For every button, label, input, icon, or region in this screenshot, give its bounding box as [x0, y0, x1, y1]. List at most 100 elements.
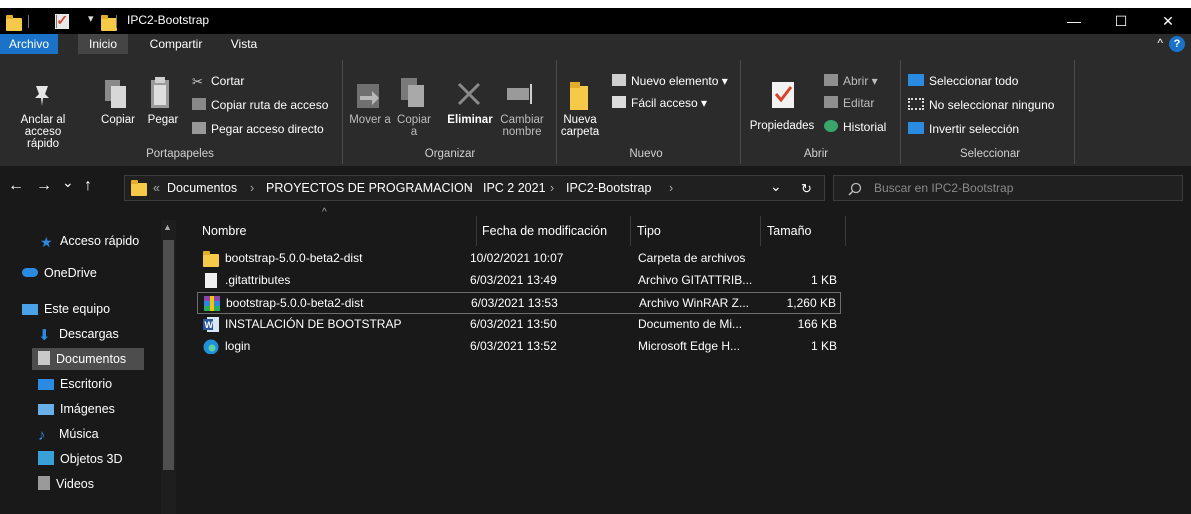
- column-divider[interactable]: [845, 216, 846, 246]
- tab-archivo[interactable]: Archivo: [0, 34, 58, 54]
- ribbon-divider: [900, 60, 901, 164]
- nav-item-label: Música: [59, 427, 99, 441]
- edit-button[interactable]: Editar: [824, 96, 874, 112]
- column-header-size[interactable]: Tamaño: [767, 218, 811, 244]
- nav-item-imagenes[interactable]: Imágenes: [38, 398, 115, 420]
- pictures-icon: [38, 404, 54, 415]
- winrar-archive-icon: [204, 296, 220, 311]
- file-row[interactable]: bootstrap-5.0.0-beta2-dist 10/02/2021 10…: [197, 248, 841, 270]
- folder-icon: [131, 180, 147, 196]
- nav-item-escritorio[interactable]: Escritorio: [38, 373, 112, 395]
- copy-path-button[interactable]: Copiar ruta de acceso: [192, 98, 328, 114]
- breadcrumb-separator[interactable]: ›: [250, 181, 254, 195]
- delete-button[interactable]: Eliminar: [446, 114, 494, 126]
- tab-vista[interactable]: Vista: [222, 34, 266, 54]
- column-header-modified[interactable]: Fecha de modificación: [482, 218, 607, 244]
- file-row[interactable]: .gitattributes 6/03/2021 13:49 Archivo G…: [197, 270, 841, 292]
- cube-icon: [38, 451, 54, 465]
- customize-quick-access-icon[interactable]: ▾: [88, 12, 94, 28]
- refresh-button[interactable]: ↻: [801, 181, 812, 197]
- move-to-icon: [357, 84, 379, 108]
- pin-quick-access-button[interactable]: Anclar al acceso rápido: [8, 114, 78, 150]
- close-button[interactable]: ✕: [1146, 8, 1190, 34]
- forward-button[interactable]: →: [36, 177, 52, 195]
- breadcrumb-ipc[interactable]: IPC 2 2021: [483, 181, 546, 195]
- maximize-button[interactable]: ☐: [1099, 8, 1143, 34]
- easy-access-button[interactable]: Fácil acceso ▾: [612, 96, 707, 112]
- back-button[interactable]: ←: [8, 177, 24, 195]
- nav-scrollbar-thumb[interactable]: [163, 240, 174, 470]
- scissors-icon: ✂: [192, 74, 203, 89]
- breadcrumb-documentos[interactable]: Documentos: [167, 181, 237, 195]
- video-icon: [38, 476, 50, 490]
- column-header-name[interactable]: Nombre: [202, 218, 246, 244]
- breadcrumb-proyectos[interactable]: PROYECTOS DE PROGRAMACION: [266, 181, 473, 195]
- easy-access-label: Fácil acceso ▾: [631, 96, 708, 110]
- paste-shortcut-button[interactable]: Pegar acceso directo: [192, 122, 324, 138]
- column-divider[interactable]: [476, 216, 477, 246]
- breadcrumb-separator[interactable]: ›: [669, 181, 673, 195]
- paste-button[interactable]: Pegar: [144, 114, 182, 126]
- breadcrumb-ipc2-bootstrap[interactable]: IPC2-Bootstrap: [566, 181, 651, 195]
- file-type: Archivo WinRAR Z...: [639, 296, 750, 310]
- overflow-chevron[interactable]: «: [153, 181, 160, 195]
- nav-item-descargas[interactable]: ⬇ Descargas: [38, 323, 119, 345]
- nav-item-acceso-rapido[interactable]: ★ Acceso rápido: [40, 230, 139, 252]
- nav-item-objetos-3d[interactable]: Objetos 3D: [38, 448, 123, 470]
- minimize-button[interactable]: —: [1052, 8, 1096, 34]
- properties-quick-icon[interactable]: [55, 12, 70, 29]
- nav-item-videos[interactable]: Videos: [38, 473, 94, 495]
- move-to-button[interactable]: Mover a: [348, 114, 392, 126]
- nav-item-musica[interactable]: ♪ Música: [38, 423, 99, 445]
- cut-button[interactable]: ✂ Cortar: [192, 74, 244, 90]
- nav-item-onedrive[interactable]: OneDrive: [22, 262, 97, 284]
- scroll-up-arrow-icon[interactable]: ▲: [163, 222, 172, 232]
- column-divider[interactable]: [630, 216, 631, 246]
- navigation-pane: ★ Acceso rápido OneDrive Este equipo ⬇ Des…: [0, 205, 177, 514]
- svg-text:W: W: [205, 320, 214, 330]
- download-icon: ⬇: [38, 327, 51, 344]
- collapse-ribbon-button[interactable]: ^: [1157, 36, 1163, 50]
- select-none-button[interactable]: No seleccionar ninguno: [908, 98, 1054, 114]
- folder-icon: [203, 251, 219, 267]
- separator: [28, 15, 29, 28]
- address-dropdown-button[interactable]: ⌄: [770, 178, 782, 195]
- title-bar: ▾ IPC2-Bootstrap — ☐ ✕: [0, 8, 1191, 34]
- open-button[interactable]: Abrir ▾: [824, 74, 878, 90]
- new-folder-button[interactable]: Nueva carpeta: [558, 114, 602, 138]
- file-row[interactable]: W INSTALACIÓN DE BOOTSTRAP 6/03/2021 13:…: [197, 314, 841, 336]
- column-divider[interactable]: [760, 216, 761, 246]
- new-item-button[interactable]: Nuevo elemento ▾: [612, 74, 728, 90]
- tab-inicio[interactable]: Inicio: [78, 34, 128, 54]
- open-icon: [824, 74, 838, 86]
- search-box[interactable]: Buscar en IPC2-Bootstrap: [833, 175, 1183, 201]
- invert-selection-button[interactable]: Invertir selección: [908, 122, 1019, 138]
- breadcrumb-separator[interactable]: ›: [467, 181, 471, 195]
- file-row-selected[interactable]: bootstrap-5.0.0-beta2-dist 6/03/2021 13:…: [197, 292, 841, 314]
- select-all-button[interactable]: Seleccionar todo: [908, 74, 1018, 90]
- rename-button[interactable]: Cambiar nombre: [496, 114, 548, 138]
- ribbon-divider: [740, 60, 741, 164]
- copy-to-button[interactable]: Copiar a: [394, 114, 434, 138]
- paste-shortcut-label: Pegar acceso directo: [211, 122, 324, 136]
- copy-to-icon: [401, 78, 424, 107]
- new-folder-quick-icon[interactable]: [100, 15, 117, 31]
- up-button[interactable]: ↑: [84, 177, 92, 195]
- copy-icon: [105, 80, 126, 108]
- invert-selection-label: Invertir selección: [929, 122, 1020, 136]
- recent-locations-button[interactable]: ⌄: [62, 174, 74, 191]
- properties-button[interactable]: Propiedades: [746, 120, 818, 132]
- file-type: Archivo GITATTRIB...: [638, 273, 753, 287]
- open-label: Abrir ▾: [843, 74, 878, 88]
- breadcrumb-separator[interactable]: ›: [550, 181, 554, 195]
- file-row[interactable]: login 6/03/2021 13:52 Microsoft Edge H..…: [197, 336, 841, 358]
- address-bar[interactable]: « Documentos › PROYECTOS DE PROGRAMACION…: [124, 175, 825, 201]
- group-label-abrir: Abrir: [803, 148, 829, 160]
- copy-button[interactable]: Copiar: [98, 114, 138, 126]
- help-button[interactable]: ?: [1169, 36, 1185, 52]
- nav-item-documentos[interactable]: Documentos: [32, 348, 144, 370]
- history-button[interactable]: Historial: [824, 120, 886, 136]
- column-header-type[interactable]: Tipo: [637, 218, 661, 244]
- tab-compartir[interactable]: Compartir: [140, 34, 212, 54]
- nav-item-este-equipo[interactable]: Este equipo: [22, 298, 110, 320]
